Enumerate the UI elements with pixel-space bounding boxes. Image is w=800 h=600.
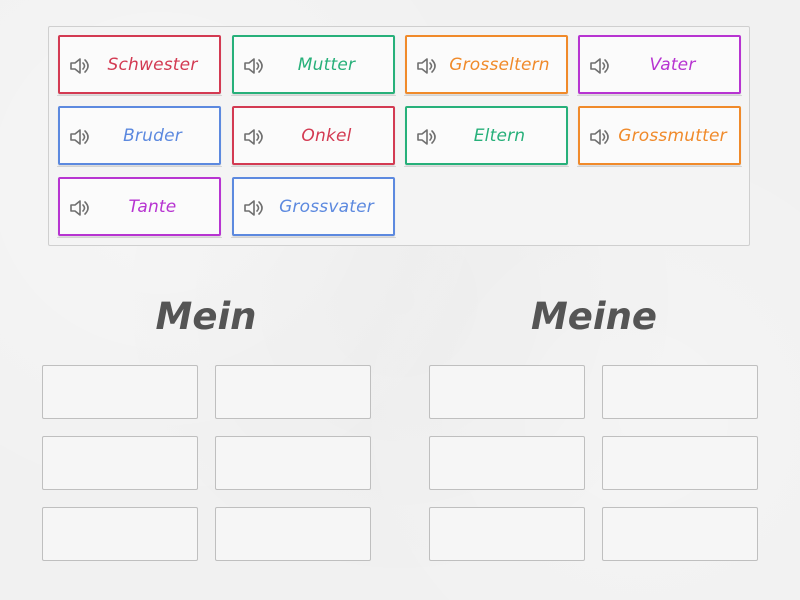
speaker-icon[interactable]	[589, 127, 613, 147]
drop-slot-mein-4[interactable]	[215, 436, 371, 490]
drop-slot-meine-5[interactable]	[429, 507, 585, 561]
card-label: Grossvater	[279, 196, 374, 217]
card-label: Vater	[649, 54, 696, 75]
drop-slot-meine-1[interactable]	[429, 365, 585, 419]
speaker-icon[interactable]	[416, 56, 440, 76]
drop-slot-meine-2[interactable]	[602, 365, 758, 419]
drop-slot-mein-1[interactable]	[42, 365, 198, 419]
card-label: Schwester	[107, 54, 198, 75]
card-grossvater[interactable]: Grossvater	[231, 177, 396, 238]
card-label: Eltern	[473, 125, 526, 146]
group-title-mein: Mein	[155, 295, 257, 338]
speaker-icon[interactable]	[416, 127, 440, 147]
speaker-icon[interactable]	[69, 198, 93, 218]
group-title-meine: Meine	[530, 295, 658, 338]
drop-slot-meine-6[interactable]	[602, 507, 758, 561]
card-bruder[interactable]: Bruder	[57, 106, 222, 167]
drop-slot-mein-6[interactable]	[215, 507, 371, 561]
drop-slot-mein-5[interactable]	[42, 507, 198, 561]
card-onkel[interactable]: Onkel	[231, 106, 396, 167]
drop-slot-meine-4[interactable]	[602, 436, 758, 490]
drop-slot-mein-2[interactable]	[215, 365, 371, 419]
card-label: Bruder	[123, 125, 182, 146]
card-schwester[interactable]: Schwester	[57, 35, 222, 96]
card-label: Grosseltern	[449, 54, 550, 75]
card-label: Tante	[128, 196, 177, 217]
drop-slot-mein-3[interactable]	[42, 436, 198, 490]
card-grosseltern[interactable]: Grosseltern	[404, 35, 569, 96]
drop-slot-meine-3[interactable]	[429, 436, 585, 490]
card-vater[interactable]: Vater	[577, 35, 742, 96]
card-mutter[interactable]: Mutter	[231, 35, 396, 96]
card-grossmutter[interactable]: Grossmutter	[577, 106, 742, 167]
card-label: Onkel	[301, 125, 352, 146]
speaker-icon[interactable]	[243, 56, 267, 76]
card-label: Grossmutter	[618, 125, 727, 146]
card-tante[interactable]: Tante	[57, 177, 222, 238]
speaker-icon[interactable]	[69, 56, 93, 76]
speaker-icon[interactable]	[589, 56, 613, 76]
card-label: Mutter	[297, 54, 356, 75]
speaker-icon[interactable]	[243, 198, 267, 218]
card-eltern[interactable]: Eltern	[404, 106, 569, 167]
speaker-icon[interactable]	[69, 127, 93, 147]
speaker-icon[interactable]	[243, 127, 267, 147]
